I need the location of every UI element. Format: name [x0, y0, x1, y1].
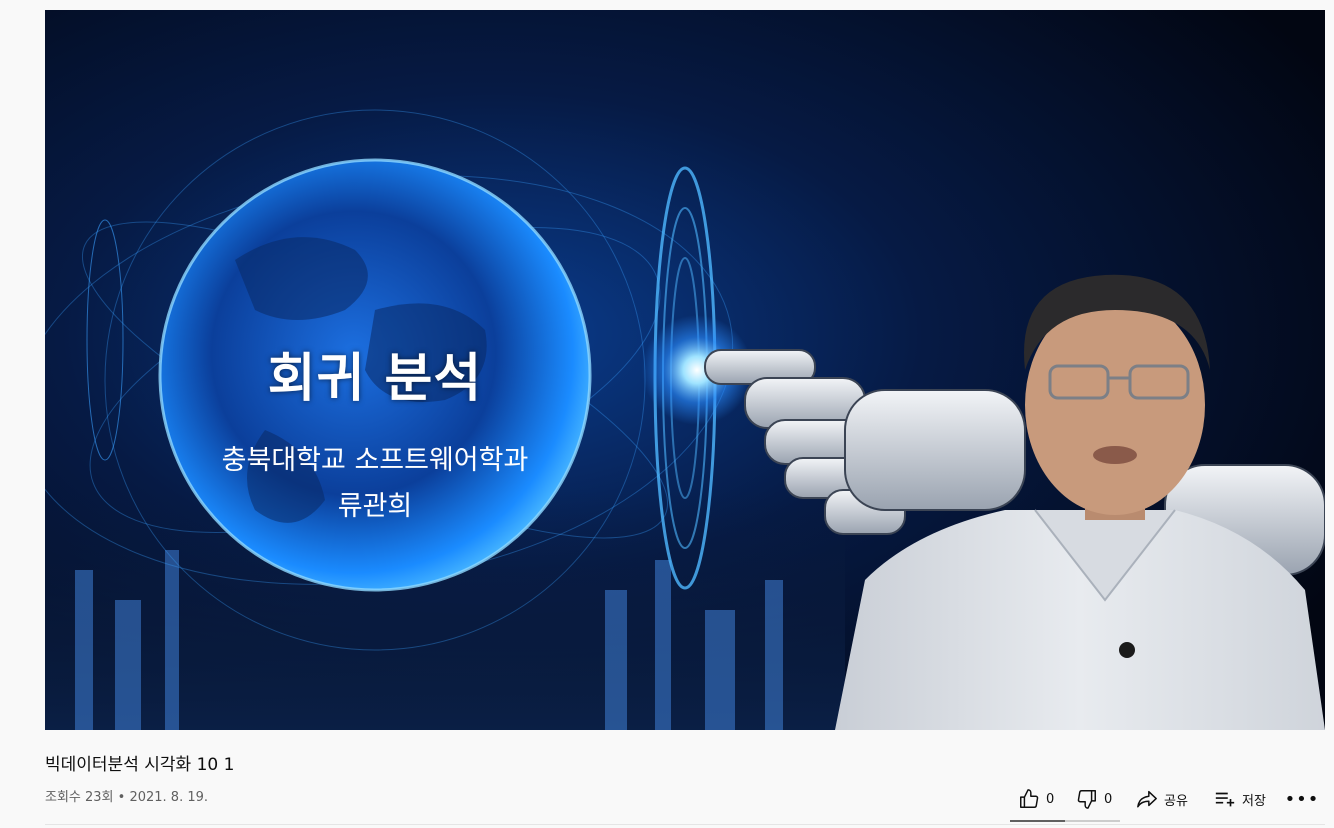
video-title: 빅데이터분석 시각화 10 1 [45, 755, 235, 775]
share-arrow-icon [1137, 790, 1157, 808]
thumbs-up-icon [1020, 789, 1039, 808]
video-overlay-title: 회귀 분석 [267, 349, 483, 409]
divider [45, 824, 1325, 825]
action-bar: 0 0 공유 저장 ••• [1010, 784, 1322, 814]
like-count: 0 [1046, 791, 1055, 807]
video-overlay-name: 류관희 [337, 491, 413, 522]
like-button[interactable]: 0 [1010, 784, 1066, 814]
sentiment-like-fill [1010, 820, 1065, 822]
share-button[interactable]: 공유 [1122, 784, 1200, 814]
playlist-add-icon [1215, 792, 1235, 807]
video-info: 조회수 23회 • 2021. 8. 19. [45, 790, 209, 805]
dislike-button[interactable]: 0 [1066, 784, 1122, 814]
sentiment-bar [1010, 820, 1120, 822]
share-label: 공유 [1164, 793, 1188, 809]
save-label: 저장 [1242, 793, 1266, 809]
more-actions-button[interactable]: ••• [1282, 784, 1322, 814]
save-button[interactable]: 저장 [1200, 784, 1282, 814]
video-player[interactable]: 회귀 분석 충북대학교 소프트웨어학과 류관희 [45, 10, 1325, 730]
thumbs-down-icon [1077, 790, 1096, 809]
more-horizontal-icon: ••• [1284, 788, 1320, 810]
video-frame [45, 10, 1325, 730]
video-overlay-affiliation: 충북대학교 소프트웨어학과 [221, 445, 529, 476]
dislike-count: 0 [1104, 791, 1113, 807]
youtube-watch-page: 회귀 분석 충북대학교 소프트웨어학과 류관희 빅데이터분석 시각화 10 1 … [0, 0, 1334, 828]
